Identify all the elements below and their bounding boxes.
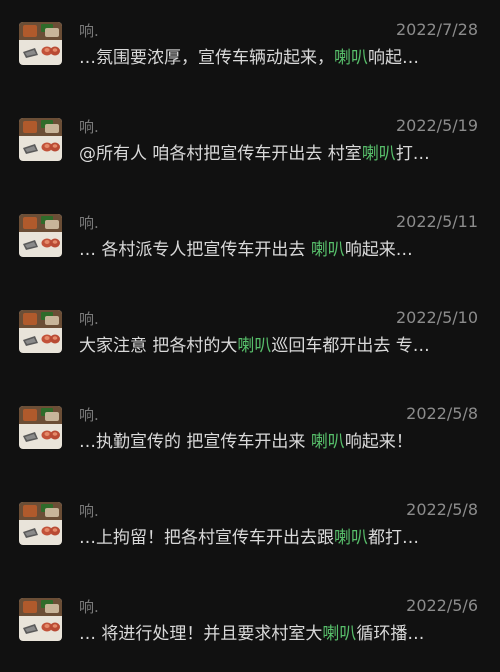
sender-name: 响. bbox=[79, 310, 99, 328]
search-keyword-highlight: 喇叭 bbox=[237, 336, 272, 356]
chat-search-results-list: 响. 2022/7/28 …氛围要浓厚，宣传车辆动起来，喇叭响起… 响. 202… bbox=[0, 0, 500, 662]
snippet-text-after: 循环播… bbox=[356, 624, 425, 644]
message-date: 2022/5/8 bbox=[406, 404, 478, 423]
snippet-text-before: …上拘留！把各村宣传车开出去跟 bbox=[79, 528, 334, 548]
snippet-text-before: …氛围要浓厚，宣传车辆动起来， bbox=[79, 48, 334, 68]
snippet-text-after: 响起来！ bbox=[344, 432, 413, 452]
message-date: 2022/7/28 bbox=[395, 20, 478, 39]
search-result-item[interactable]: 响. 2022/5/8 …上拘留！把各村宣传车开出去跟喇叭都打… bbox=[0, 480, 500, 576]
search-result-item[interactable]: 响. 2022/5/11 … 各村派专人把宣传车开出去 喇叭响起来… bbox=[0, 192, 500, 288]
avatar bbox=[19, 502, 62, 545]
message-snippet: … 将进行处理！并且要求村室大喇叭循环播… bbox=[79, 622, 479, 646]
sender-name: 响. bbox=[79, 406, 99, 424]
snippet-text-before: … 各村派专人把宣传车开出去 bbox=[79, 240, 311, 260]
message-snippet: 大家注意 把各村的大喇叭巡回车都开出去 专… bbox=[79, 334, 479, 358]
sender-name: 响. bbox=[79, 118, 99, 136]
avatar bbox=[19, 118, 62, 161]
message-snippet: …上拘留！把各村宣传车开出去跟喇叭都打… bbox=[79, 526, 479, 550]
search-keyword-highlight: 喇叭 bbox=[361, 144, 396, 164]
message-date: 2022/5/11 bbox=[395, 212, 478, 231]
snippet-text-after: 响起来… bbox=[344, 240, 413, 260]
sender-name: 响. bbox=[79, 214, 99, 232]
avatar bbox=[19, 598, 62, 641]
snippet-text-before: @所有人 咱各村把宣传车开出去 村室 bbox=[79, 144, 362, 164]
message-snippet: @所有人 咱各村把宣传车开出去 村室喇叭打… bbox=[79, 142, 479, 166]
message-date: 2022/5/8 bbox=[406, 500, 478, 519]
snippet-text-before: …执勤宣传的 把宣传车开出来 bbox=[79, 432, 311, 452]
snippet-text-after: 都打… bbox=[368, 528, 419, 548]
search-keyword-highlight: 喇叭 bbox=[334, 48, 368, 68]
snippet-text-before: 大家注意 把各村的大 bbox=[79, 336, 238, 356]
search-keyword-highlight: 喇叭 bbox=[310, 240, 345, 260]
message-snippet: … 各村派专人把宣传车开出去 喇叭响起来… bbox=[79, 238, 479, 262]
search-keyword-highlight: 喇叭 bbox=[322, 624, 357, 644]
search-keyword-highlight: 喇叭 bbox=[334, 528, 368, 548]
message-date: 2022/5/10 bbox=[395, 308, 478, 327]
sender-name: 响. bbox=[79, 502, 99, 520]
search-keyword-highlight: 喇叭 bbox=[310, 432, 345, 452]
search-result-item[interactable]: 响. 2022/5/19 @所有人 咱各村把宣传车开出去 村室喇叭打… bbox=[0, 96, 500, 192]
avatar bbox=[19, 310, 62, 353]
snippet-text-after: 打… bbox=[395, 144, 430, 164]
message-date: 2022/5/6 bbox=[406, 596, 478, 615]
search-result-item[interactable]: 响. 2022/5/10 大家注意 把各村的大喇叭巡回车都开出去 专… bbox=[0, 288, 500, 384]
sender-name: 响. bbox=[79, 598, 99, 616]
message-date: 2022/5/19 bbox=[395, 116, 478, 135]
snippet-text-after: 巡回车都开出去 专… bbox=[271, 336, 430, 356]
avatar bbox=[19, 214, 62, 257]
search-result-item[interactable]: 响. 2022/5/6 … 将进行处理！并且要求村室大喇叭循环播… bbox=[0, 576, 500, 672]
search-result-item[interactable]: 响. 2022/7/28 …氛围要浓厚，宣传车辆动起来，喇叭响起… bbox=[0, 0, 500, 96]
snippet-text-after: 响起… bbox=[368, 48, 419, 68]
message-snippet: …氛围要浓厚，宣传车辆动起来，喇叭响起… bbox=[79, 46, 479, 70]
avatar bbox=[19, 22, 62, 65]
snippet-text-before: … 将进行处理！并且要求村室大 bbox=[79, 624, 323, 644]
message-snippet: …执勤宣传的 把宣传车开出来 喇叭响起来！ bbox=[79, 430, 479, 454]
search-result-item[interactable]: 响. 2022/5/8 …执勤宣传的 把宣传车开出来 喇叭响起来！ bbox=[0, 384, 500, 480]
avatar bbox=[19, 406, 62, 449]
sender-name: 响. bbox=[79, 22, 99, 40]
